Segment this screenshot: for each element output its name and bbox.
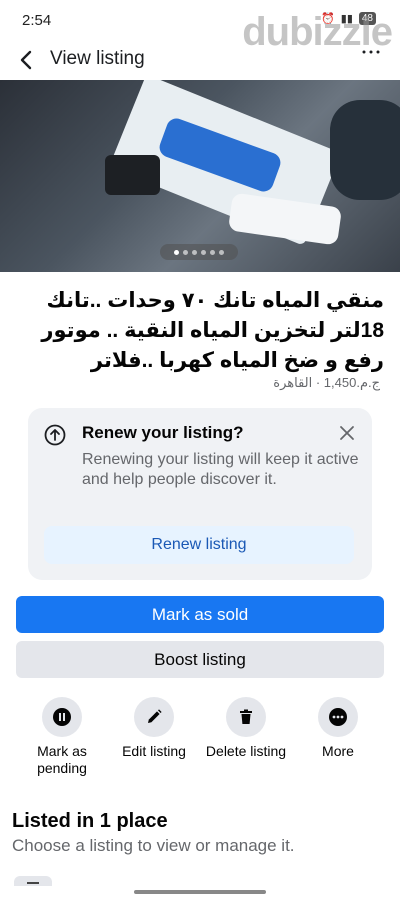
action-label: Mark as pending (37, 743, 87, 776)
action-circle[interactable] (134, 697, 174, 737)
renew-listing-button[interactable]: Renew listing (44, 526, 354, 564)
pagination-dot (219, 249, 224, 255)
listing-actions: Mark as pending Edit listing Delete list… (16, 697, 384, 783)
home-indicator[interactable] (134, 890, 266, 894)
boost-listing-button[interactable]: Boost listing (16, 641, 384, 678)
pause-icon (53, 708, 71, 726)
renew-close-button[interactable] (338, 424, 356, 442)
status-time: 2:54 (22, 12, 52, 29)
listing-title: منقي المياه تانك ٧٠ وحدات ..تانك 18لتر ل… (41, 289, 384, 372)
menu-icon (362, 50, 380, 54)
close-icon (340, 426, 354, 440)
gallery-pagination (160, 244, 238, 260)
page-title: View listing (50, 48, 145, 69)
more-action[interactable]: More (292, 697, 384, 760)
renew-title: Renew your listing? (82, 423, 244, 442)
more-dots-icon (329, 708, 347, 726)
pencil-icon (148, 709, 162, 723)
delete-listing-action[interactable]: Delete listing (200, 697, 292, 760)
action-circle[interactable] (42, 697, 82, 737)
top-nav: View listing (0, 40, 400, 80)
action-label: Edit listing (122, 743, 186, 759)
pagination-dot (210, 249, 215, 255)
pagination-dot (174, 249, 179, 255)
pagination-dot (201, 249, 206, 255)
mark-as-sold-button[interactable]: Mark as sold (16, 596, 384, 633)
listing-place-item[interactable] (14, 876, 52, 886)
trash-icon (240, 709, 252, 724)
mark-pending-action[interactable]: Mark as pending (16, 697, 108, 777)
listing-price-location: ج.م.1,450 · القاهرة (273, 375, 380, 390)
back-button[interactable] (14, 48, 38, 72)
back-arrow-icon (20, 50, 32, 70)
edit-listing-action[interactable]: Edit listing (108, 697, 200, 760)
action-circle[interactable] (226, 697, 266, 737)
action-circle[interactable] (318, 697, 358, 737)
renew-arrow-up-icon (44, 424, 66, 446)
photo-tank (330, 100, 400, 200)
renew-description: Renewing your listing will keep it activ… (82, 451, 359, 488)
listed-section-subtitle: Choose a listing to view or manage it. (12, 836, 295, 855)
menu-button[interactable] (360, 48, 384, 72)
action-label: Delete listing (205, 743, 287, 759)
photo-adapter (105, 155, 160, 195)
action-label: More (322, 743, 354, 759)
listing-photo-gallery[interactable] (0, 80, 400, 272)
listed-section-title: Listed in 1 place (12, 810, 168, 832)
renew-listing-card: Renew your listing? Renewing your listin… (28, 408, 372, 580)
pagination-dot (192, 249, 197, 255)
photo-filter-white (227, 192, 343, 246)
pagination-dot (183, 249, 188, 255)
